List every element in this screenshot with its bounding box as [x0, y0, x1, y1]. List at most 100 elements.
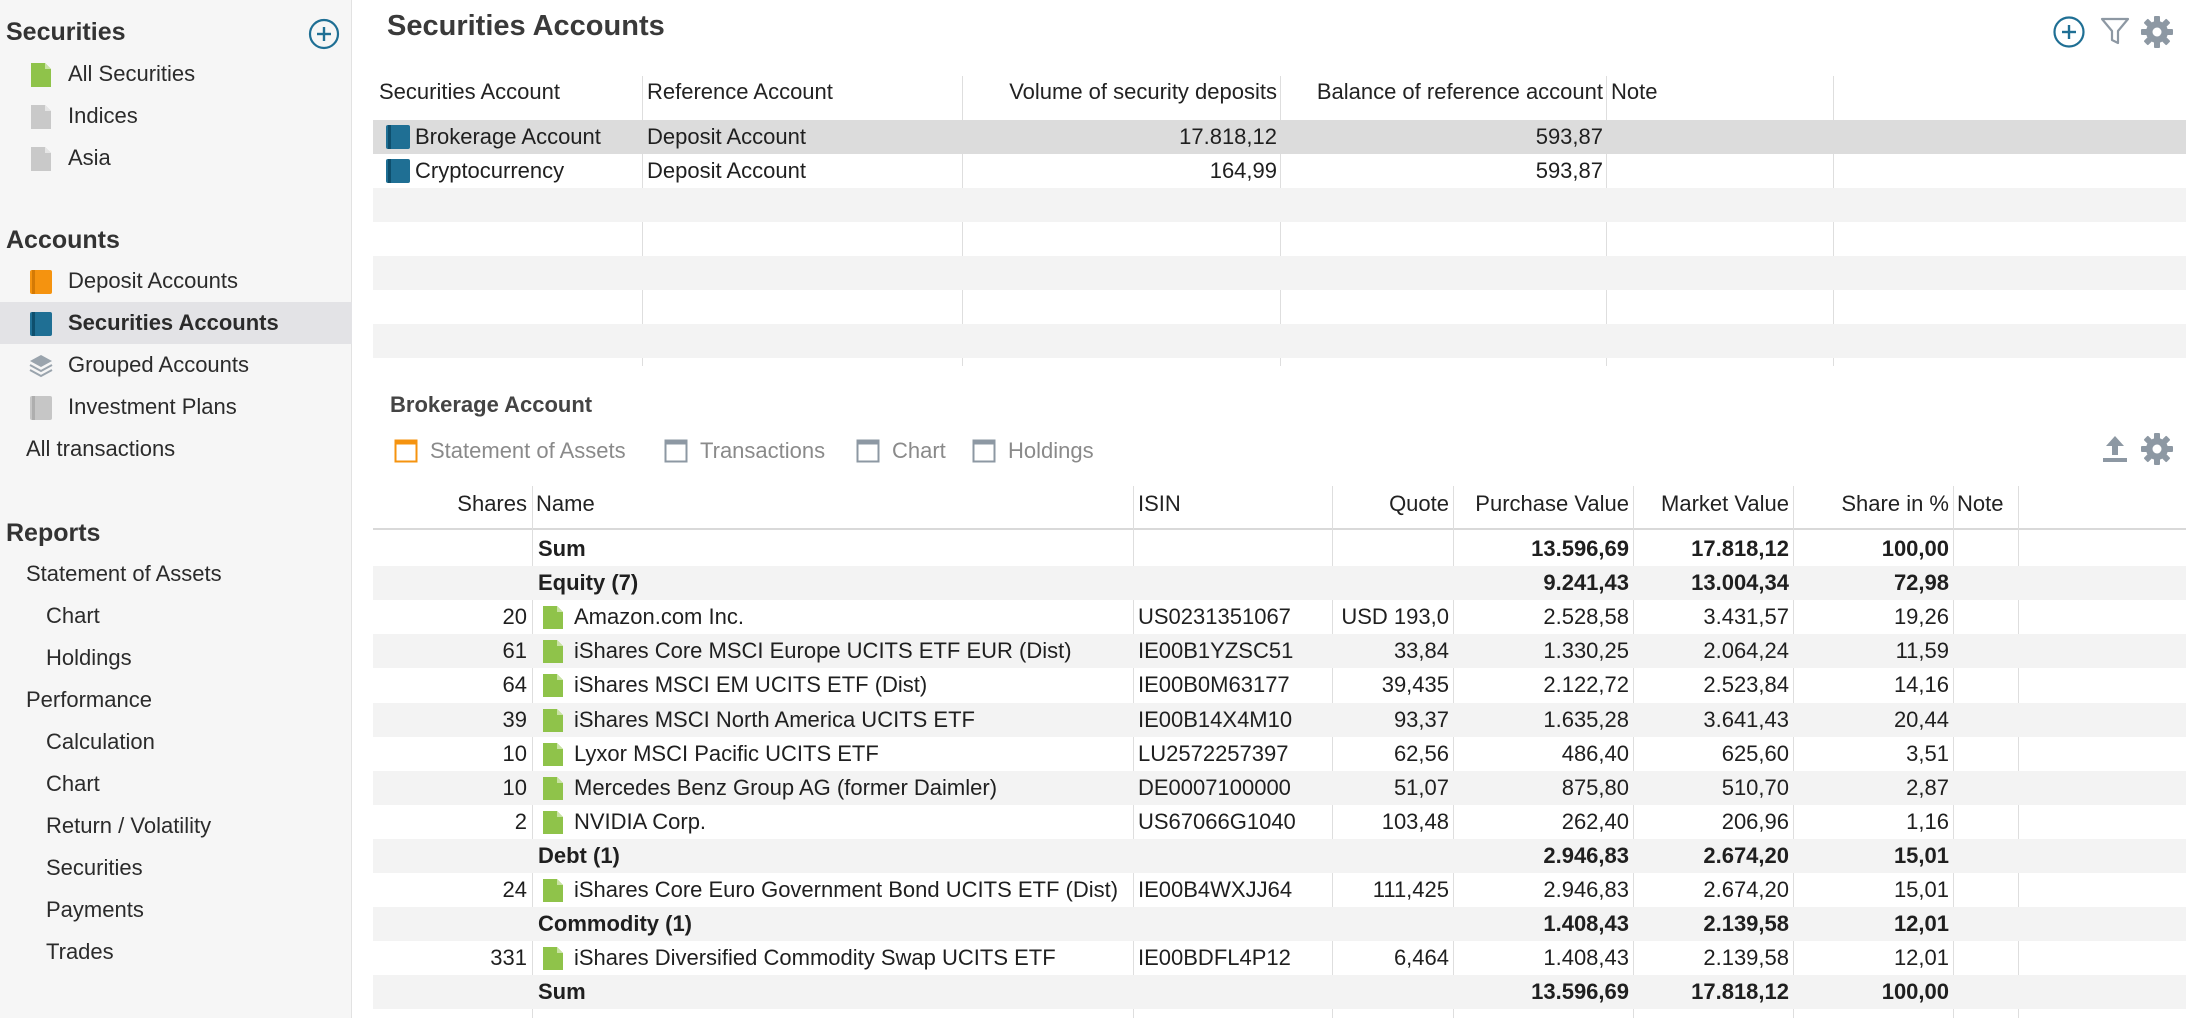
cell-market-value: 13.004,34	[1691, 570, 1789, 596]
cell-share-percent: 1,16	[1906, 808, 1949, 834]
filter-icon[interactable]	[2098, 15, 2132, 49]
cell-note	[1953, 600, 2017, 634]
sidebar-item-performance-chart[interactable]: Chart	[0, 763, 352, 805]
sidebar-item-label: Calculation	[46, 729, 155, 754]
gear-icon[interactable]	[2140, 15, 2174, 49]
tab-chart[interactable]: Chart	[856, 436, 946, 466]
sidebar-item-trades[interactable]: Trades	[0, 931, 352, 973]
sidebar-item-label: Indices	[68, 103, 138, 128]
cell-shares: 64	[502, 672, 527, 698]
group-row[interactable]: Equity (7) 9.241,43 13.004,34 72,98	[373, 566, 2186, 601]
sidebar-item-all-transactions[interactable]: All transactions	[0, 428, 352, 470]
cell-isin: IE00B1YZSC51	[1138, 638, 1294, 664]
table-header: Shares Name ISIN Quote Purchase Value Ma…	[373, 486, 2186, 530]
cell-name: Sum	[538, 536, 586, 561]
column-header-share-percent[interactable]: Share in %	[1793, 486, 1953, 528]
cell-note	[1953, 941, 2017, 975]
table-row[interactable]: Cryptocurrency Deposit Account 164,99 59…	[373, 154, 2186, 188]
window-icon	[856, 439, 880, 463]
cell-shares	[373, 839, 531, 873]
sidebar-item-statement-of-assets[interactable]: Statement of Assets	[0, 553, 352, 595]
table-row[interactable]: 39 iShares MSCI North America UCITS ETF IE…	[373, 702, 2186, 737]
gear-icon[interactable]	[2140, 432, 2174, 466]
sidebar-item-chart[interactable]: Chart	[0, 595, 352, 637]
sidebar-item-all-securities[interactable]: All Securities	[0, 53, 352, 95]
cell-isin: LU2572257397	[1138, 740, 1289, 766]
sidebar-item-grouped-accounts[interactable]: Grouped Accounts	[0, 344, 352, 386]
cell-volume: 17.818,12	[1179, 124, 1277, 149]
column-header-shares[interactable]: Shares	[373, 486, 531, 528]
document-green-icon	[543, 640, 563, 664]
cell-quote: USD 193,0	[1341, 604, 1449, 630]
book-orange-icon	[30, 270, 52, 294]
cell-purchase-value: 875,80	[1561, 774, 1629, 800]
section-reports: Reports	[6, 519, 101, 547]
column-header-purchase-value[interactable]: Purchase Value	[1453, 486, 1633, 528]
sum-row[interactable]: Sum 13.596,69 17.818,12 100,00	[373, 975, 2186, 1010]
cell-market-value: 2.674,20	[1703, 877, 1789, 902]
tab-holdings[interactable]: Holdings	[972, 436, 1094, 466]
sidebar-item-label: Securities	[46, 855, 143, 880]
export-icon[interactable]	[2098, 432, 2132, 466]
column-header-market-value[interactable]: Market Value	[1633, 486, 1793, 528]
column-header-quote[interactable]: Quote	[1333, 486, 1453, 528]
cell-note	[1953, 771, 2017, 805]
cell-purchase-value: 2.122,72	[1543, 672, 1629, 698]
sidebar-item-securities-accounts[interactable]: Securities Accounts	[0, 302, 352, 344]
add-icon[interactable]	[308, 18, 340, 50]
sidebar-item-performance[interactable]: Performance	[0, 679, 352, 721]
sum-row[interactable]: Sum 13.596,69 17.818,12 100,00	[373, 532, 2186, 566]
column-header-note[interactable]: Note	[1607, 76, 1833, 116]
table-row[interactable]: 10 Lyxor MSCI Pacific UCITS ETF LU25722573…	[373, 737, 2186, 771]
column-header-balance[interactable]: Balance of reference account	[1281, 76, 1607, 116]
sidebar-item-securities[interactable]: Securities	[0, 847, 352, 889]
table-row[interactable]: 331 iShares Diversified Commodity Swap UC…	[373, 941, 2186, 975]
book-teal-icon	[30, 312, 52, 336]
tab-statement-of-assets[interactable]: Statement of Assets	[394, 436, 626, 466]
sidebar-item-return-volatility[interactable]: Return / Volatility	[0, 805, 352, 847]
column-header-reference-account[interactable]: Reference Account	[643, 76, 963, 116]
tab-transactions[interactable]: Transactions	[664, 436, 825, 466]
table-row[interactable]: 20 Amazon.com Inc. US0231351067 USD 193,0 2.…	[373, 600, 2186, 634]
detail-title: Brokerage Account	[390, 392, 593, 417]
cell-shares: 61	[502, 638, 527, 664]
cell-quote: 51,07	[1393, 774, 1449, 800]
sidebar-item-holdings[interactable]: Holdings	[0, 637, 352, 679]
group-row[interactable]: Commodity (1) 1.408,43 2.139,58 12,01	[373, 907, 2186, 942]
cell-quote	[1333, 975, 1453, 1009]
cell-name: iShares Diversified Commodity Swap UCITS…	[574, 945, 1056, 971]
sidebar-item-label: Trades	[46, 939, 114, 964]
sidebar-item-deposit-accounts[interactable]: Deposit Accounts	[0, 260, 352, 302]
cell-name: Lyxor MSCI Pacific UCITS ETF	[574, 740, 879, 766]
add-icon[interactable]	[2052, 15, 2086, 49]
sidebar: Securities All Securities Indices Asia A…	[0, 0, 352, 1018]
table-row[interactable]: Brokerage Account Deposit Account 17.818…	[373, 120, 2186, 154]
sidebar-item-payments[interactable]: Payments	[0, 889, 352, 931]
cell-note	[1953, 566, 2017, 600]
column-header-securities-account[interactable]: Securities Account	[375, 76, 639, 116]
column-header-isin[interactable]: ISIN	[1134, 486, 1330, 528]
cell-reference-account: Deposit Account	[647, 124, 806, 149]
column-header-name[interactable]: Name	[532, 486, 962, 528]
cell-share-percent: 11,59	[1895, 638, 1949, 664]
column-header-volume[interactable]: Volume of security deposits	[963, 76, 1281, 116]
cell-securities-account: Cryptocurrency	[415, 158, 565, 183]
cell-market-value: 625,60	[1721, 740, 1789, 766]
sidebar-item-asia[interactable]: Asia	[0, 137, 352, 179]
sidebar-item-calculation[interactable]: Calculation	[0, 721, 352, 763]
table-row[interactable]: 24 iShares Core Euro Government Bond UCIT…	[373, 873, 2186, 907]
cell-purchase-value: 1.408,43	[1543, 945, 1629, 971]
sidebar-item-indices[interactable]: Indices	[0, 95, 352, 137]
cell-note	[1953, 873, 2017, 907]
column-header-note[interactable]: Note	[1953, 486, 2017, 528]
cell-reference-account: Deposit Account	[647, 158, 806, 183]
table-row[interactable]: 64 iShares MSCI EM UCITS ETF (Dist) IE00B0…	[373, 668, 2186, 702]
table-row[interactable]: 61 iShares Core MSCI Europe UCITS ETF EUR…	[373, 634, 2186, 669]
table-row[interactable]: 2 NVIDIA Corp. US67066G1040 103,48 262,40 206…	[373, 805, 2186, 839]
table-row[interactable]: 10 Mercedes Benz Group AG (former Daimler…	[373, 770, 2186, 805]
sidebar-item-investment-plans[interactable]: Investment Plans	[0, 386, 352, 428]
sidebar-item-label: All Securities	[68, 61, 196, 86]
group-row[interactable]: Debt (1) 2.946,83 2.674,20 15,01	[373, 838, 2186, 873]
cell-market-value: 206,96	[1721, 808, 1789, 834]
section-securities: Securities	[6, 18, 126, 46]
